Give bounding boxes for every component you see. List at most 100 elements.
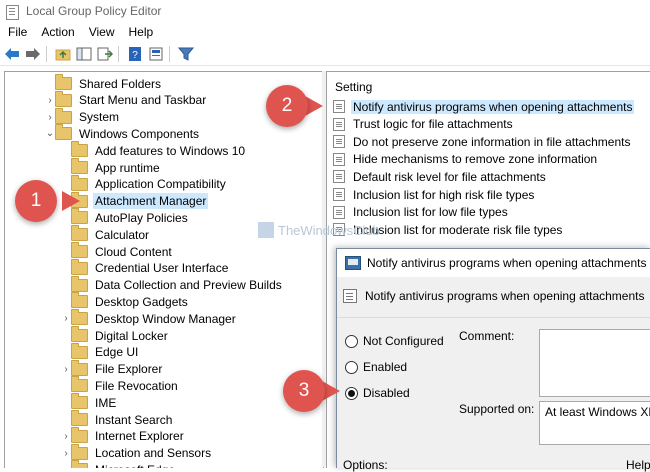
tree-item-label: App runtime: [95, 160, 160, 175]
tree-item-label: Start Menu and Taskbar: [79, 93, 207, 108]
radio-button[interactable]: [345, 334, 358, 348]
setting-row[interactable]: Trust logic for file attachments: [333, 116, 515, 133]
tree-item-label: File Revocation: [95, 378, 178, 393]
menu-action[interactable]: Action: [34, 25, 81, 39]
expand-chevron-icon[interactable]: ⌄: [45, 128, 55, 139]
setting-row[interactable]: Notify antivirus programs when opening a…: [333, 98, 635, 115]
policy-setting-dialog: Notify antivirus programs when opening a…: [336, 248, 650, 472]
expand-chevron-icon[interactable]: ›: [61, 364, 71, 375]
policy-setting-icon: [333, 188, 345, 201]
comment-textbox[interactable]: [539, 329, 650, 397]
tree-item[interactable]: Add features to Windows 10: [61, 141, 247, 159]
options-label: Options:: [343, 458, 388, 472]
forward-arrow-icon[interactable]: [24, 45, 42, 63]
policy-setting-icon: [333, 205, 345, 219]
tree-item[interactable]: App runtime: [61, 158, 162, 176]
folder-icon: [71, 242, 88, 258]
policy-setting-icon: [343, 289, 357, 303]
menu-view[interactable]: View: [82, 25, 122, 39]
expand-chevron-icon[interactable]: ›: [61, 431, 71, 442]
show-hide-tree-icon[interactable]: [75, 45, 93, 63]
radio-button[interactable]: [345, 386, 358, 400]
menu-help[interactable]: Help: [122, 25, 161, 39]
setting-label: Do not preserve zone information in file…: [353, 134, 631, 149]
policy-setting-icon: [333, 152, 345, 166]
radio-enabled[interactable]: Enabled: [345, 360, 407, 374]
tree-item[interactable]: Credential User Interface: [61, 258, 230, 277]
tree-item-label: Application Compatibility: [95, 177, 226, 192]
dialog-window-icon: [345, 256, 361, 270]
radio-button[interactable]: [345, 360, 358, 374]
folder-icon: [55, 124, 72, 141]
comment-label: Comment:: [459, 329, 515, 343]
folder-icon: [71, 309, 88, 326]
setting-row[interactable]: Default risk level for file attachments: [333, 168, 548, 185]
help-label: Help: [626, 458, 650, 472]
supported-on-box: At least Windows XP P: [539, 401, 650, 445]
radio-not-configured[interactable]: Not Configured: [345, 334, 444, 348]
svg-text:?: ?: [132, 50, 138, 61]
filter-icon[interactable]: [177, 45, 195, 63]
setting-row[interactable]: Inclusion list for low file types: [333, 204, 510, 221]
toolbar: ?: [0, 43, 650, 66]
tree-item[interactable]: ⌄ Windows Components: [45, 124, 201, 142]
tree-item[interactable]: Application Compatibility: [61, 174, 228, 193]
export-list-icon[interactable]: [96, 45, 114, 63]
watermark: TheWindowsClub: [258, 222, 380, 238]
properties-icon[interactable]: [147, 45, 165, 63]
tree-item[interactable]: › Internet Explorer: [61, 426, 186, 445]
tree-item[interactable]: › File Explorer: [61, 359, 164, 378]
setting-label: Trust logic for file attachments: [353, 117, 513, 132]
setting-row[interactable]: Hide mechanisms to remove zone informati…: [333, 151, 599, 168]
folder-icon: [71, 410, 88, 426]
tree-item[interactable]: Microsoft Edge: [61, 460, 177, 468]
help-icon[interactable]: ?: [126, 45, 144, 63]
menu-file[interactable]: File: [0, 25, 34, 39]
supported-on-label: Supported on:: [459, 402, 535, 416]
tree-item[interactable]: Digital Locker: [61, 326, 170, 344]
folder-icon: [71, 342, 88, 359]
tree-item[interactable]: › Start Menu and Taskbar: [45, 90, 208, 109]
expand-chevron-icon[interactable]: ›: [45, 95, 55, 106]
tree-item-label: File Explorer: [95, 362, 163, 377]
folder-icon: [71, 158, 88, 174]
tree-item[interactable]: Shared Folders: [45, 74, 163, 92]
tree-item[interactable]: Calculator: [61, 225, 151, 243]
watermark-text: TheWindowsClub: [278, 222, 380, 238]
setting-label: Inclusion list for high risk file types: [353, 187, 535, 202]
folder-icon: [71, 443, 88, 460]
folder-icon: [71, 376, 88, 393]
expand-chevron-icon[interactable]: ›: [61, 448, 71, 459]
tree-item[interactable]: Edge UI: [61, 342, 140, 361]
radio-label: Disabled: [363, 386, 410, 400]
setting-row[interactable]: Do not preserve zone information in file…: [333, 133, 632, 150]
tree-item[interactable]: Cloud Content: [61, 242, 174, 260]
supported-on-value: At least Windows XP P: [545, 405, 650, 419]
watermark-logo-icon: [258, 222, 274, 238]
up-folder-icon[interactable]: [54, 45, 72, 63]
policy-tree-pane: Shared Folders › Start Menu and Taskbar › Sy…: [4, 71, 324, 468]
tree-item[interactable]: › Location and Sensors: [61, 443, 213, 462]
expand-chevron-icon[interactable]: ›: [61, 313, 71, 324]
expand-chevron-icon[interactable]: ›: [45, 112, 55, 123]
tree-item-label: System: [79, 110, 120, 125]
radio-label: Not Configured: [363, 334, 444, 348]
tree-item[interactable]: IME: [61, 393, 118, 411]
tree-item[interactable]: File Revocation: [61, 376, 180, 394]
folder-icon: [71, 359, 88, 376]
back-arrow-icon[interactable]: [3, 45, 21, 63]
radio-disabled[interactable]: Disabled: [345, 386, 410, 400]
setting-column-header[interactable]: Setting: [335, 80, 372, 94]
folder-icon: [71, 426, 88, 443]
tree-item[interactable]: AutoPlay Policies: [61, 208, 190, 226]
tree-item[interactable]: Instant Search: [61, 410, 174, 428]
tree-item[interactable]: › Desktop Window Manager: [61, 309, 238, 327]
setting-row[interactable]: Inclusion list for high risk file types: [333, 186, 536, 203]
tree-item-label: Data Collection and Preview Builds: [95, 278, 282, 293]
tree-item[interactable]: Attachment Manager: [61, 191, 209, 210]
tree-item[interactable]: Data Collection and Preview Builds: [61, 275, 284, 294]
tree-item-label: IME: [95, 395, 117, 410]
folder-icon: [55, 74, 72, 90]
tree-item[interactable]: › System: [45, 107, 121, 126]
tree-item[interactable]: Desktop Gadgets: [61, 292, 190, 310]
